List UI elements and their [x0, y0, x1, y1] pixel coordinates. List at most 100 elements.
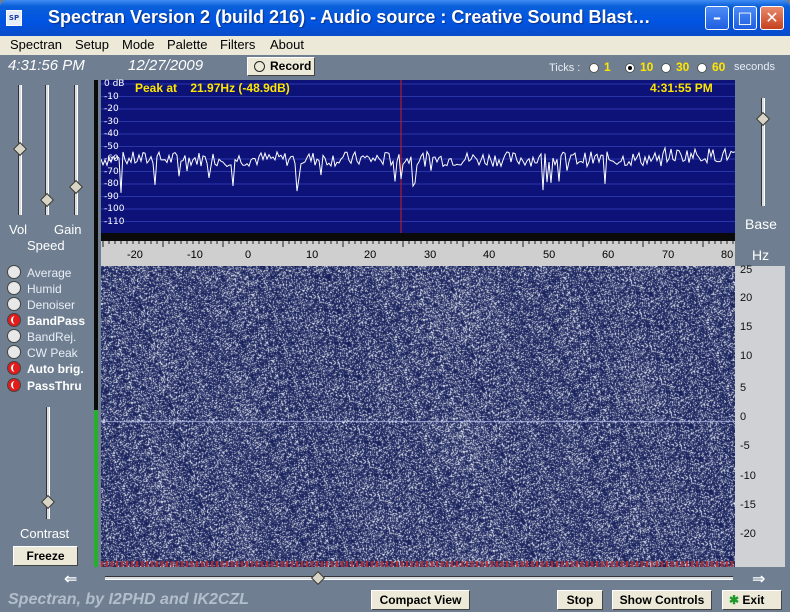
menu-setup[interactable]: Setup [75, 37, 109, 52]
hz-tick: -20 [740, 528, 756, 540]
base-label: Base [745, 216, 777, 232]
hz-tick: -5 [740, 440, 750, 452]
spectrum-divider [101, 233, 735, 241]
freq-label: 0 [245, 249, 252, 261]
menu-filters[interactable]: Filters [220, 37, 255, 52]
window-title: Spectran Version 2 (build 216) - Audio s… [48, 7, 651, 27]
cw-peak-label: CW Peak [27, 346, 78, 360]
base-slider-thumb[interactable] [755, 111, 771, 127]
peak-readout: Peak at 21.97Hz (-48.9dB) [135, 81, 290, 95]
bandrej-label: BandRej. [27, 330, 77, 344]
spectrum-trace [101, 146, 735, 193]
credits-text: Spectran, by I2PHD and IK2CZL [8, 591, 249, 608]
gain-label: Gain [54, 222, 82, 237]
bandpass-toggle[interactable] [7, 313, 21, 327]
db-label: -70 [104, 166, 119, 177]
record-button[interactable]: Record [247, 57, 315, 76]
record-icon [254, 61, 265, 72]
exit-button[interactable]: ✱ Exit [722, 590, 782, 610]
denoiser-toggle[interactable] [7, 297, 21, 311]
hz-tick: 15 [740, 321, 753, 333]
minimize-button[interactable]: – [705, 6, 729, 30]
record-label: Record [270, 59, 312, 73]
stop-button[interactable]: Stop [557, 590, 603, 610]
ticks-label: Ticks : [549, 62, 581, 74]
arrow-left-icon[interactable]: ⇐ [64, 569, 77, 588]
menu-about[interactable]: About [270, 37, 304, 52]
db-label: -10 [104, 91, 119, 102]
db-label: -40 [104, 129, 119, 139]
speed-label: Speed [27, 238, 65, 253]
freq-label: 80 [721, 249, 734, 261]
hz-tick: 25 [740, 264, 753, 276]
db-label: -80 [104, 179, 119, 189]
auto-brig-toggle[interactable] [7, 361, 21, 375]
menu-palette[interactable]: Palette [167, 37, 207, 52]
humid-label: Humid [27, 282, 62, 296]
freq-label: 60 [602, 249, 615, 261]
exit-icon: ✱ [729, 593, 740, 607]
vol-label: Vol [9, 222, 28, 237]
hz-tick: 0 [740, 411, 747, 423]
db-label: -60 [104, 154, 119, 164]
freq-label: 70 [662, 249, 675, 261]
spectrum-display[interactable] [101, 80, 735, 233]
db-label: -110 [104, 216, 125, 227]
tick-radio-10[interactable] [625, 63, 635, 73]
date: 12/27/2009 [128, 57, 204, 74]
seconds-label: seconds [734, 61, 775, 73]
spectran-app-icon[interactable]: SP [6, 10, 22, 26]
hz-tick: 5 [740, 382, 747, 394]
cw-peak-toggle[interactable] [7, 345, 21, 359]
average-toggle[interactable] [7, 265, 21, 279]
exit-label: Exit [742, 593, 765, 607]
gain-slider-thumb[interactable] [39, 192, 55, 208]
contrast-slider-thumb[interactable] [40, 494, 56, 510]
hz-tick: -10 [740, 470, 756, 482]
tick-label-60: 60 [712, 60, 726, 74]
humid-toggle[interactable] [7, 281, 21, 295]
hz-label: Hz [752, 247, 770, 263]
db-label: -50 [104, 141, 119, 152]
arrow-right-icon[interactable]: ⇒ [752, 569, 765, 588]
db-label: 0 dB [104, 79, 125, 89]
compact-view-button[interactable]: Compact View [371, 590, 470, 610]
speed-slider-thumb[interactable] [68, 179, 84, 195]
auto-brig-label: Auto brig. [27, 362, 84, 376]
menu-spectran[interactable]: Spectran [10, 37, 62, 52]
freq-label: 30 [424, 249, 437, 261]
passthru-label: PassThru [27, 379, 82, 393]
bandpass-label: BandPass [27, 314, 86, 328]
db-label: -90 [104, 191, 119, 202]
menu-bar [0, 36, 790, 55]
tick-radio-60[interactable] [697, 63, 707, 73]
spectrum-time: 4:31:55 PM [650, 81, 713, 95]
waterfall-canvas [101, 266, 735, 567]
scroll-slider[interactable] [105, 576, 733, 580]
clock: 4:31:56 PM [8, 57, 85, 74]
hz-tick: 10 [740, 350, 753, 362]
tick-label-1: 1 [604, 60, 611, 74]
waterfall-display[interactable] [101, 266, 735, 567]
maximize-button[interactable]: □ [733, 6, 757, 30]
freq-label: 20 [364, 249, 377, 261]
close-button[interactable]: ✕ [760, 6, 784, 30]
bandrej-toggle[interactable] [7, 329, 21, 343]
freq-label: -10 [187, 249, 203, 261]
tick-radio-1[interactable] [589, 63, 599, 73]
scroll-slider-thumb[interactable] [310, 570, 326, 586]
show-controls-button[interactable]: Show Controls [612, 590, 712, 610]
passthru-toggle[interactable] [7, 378, 21, 392]
freeze-button[interactable]: Freeze [13, 546, 78, 566]
minimize-icon: – [713, 8, 721, 27]
close-icon: ✕ [765, 8, 779, 27]
tick-radio-30[interactable] [661, 63, 671, 73]
vol-slider-thumb[interactable] [12, 141, 28, 157]
speed-slider[interactable] [74, 85, 78, 215]
maximize-icon: □ [737, 8, 753, 27]
average-label: Average [27, 266, 72, 280]
freq-label: 40 [483, 249, 496, 261]
spectrum-plot [101, 80, 735, 233]
menu-mode[interactable]: Mode [122, 37, 155, 52]
level-meter-track [94, 80, 98, 410]
